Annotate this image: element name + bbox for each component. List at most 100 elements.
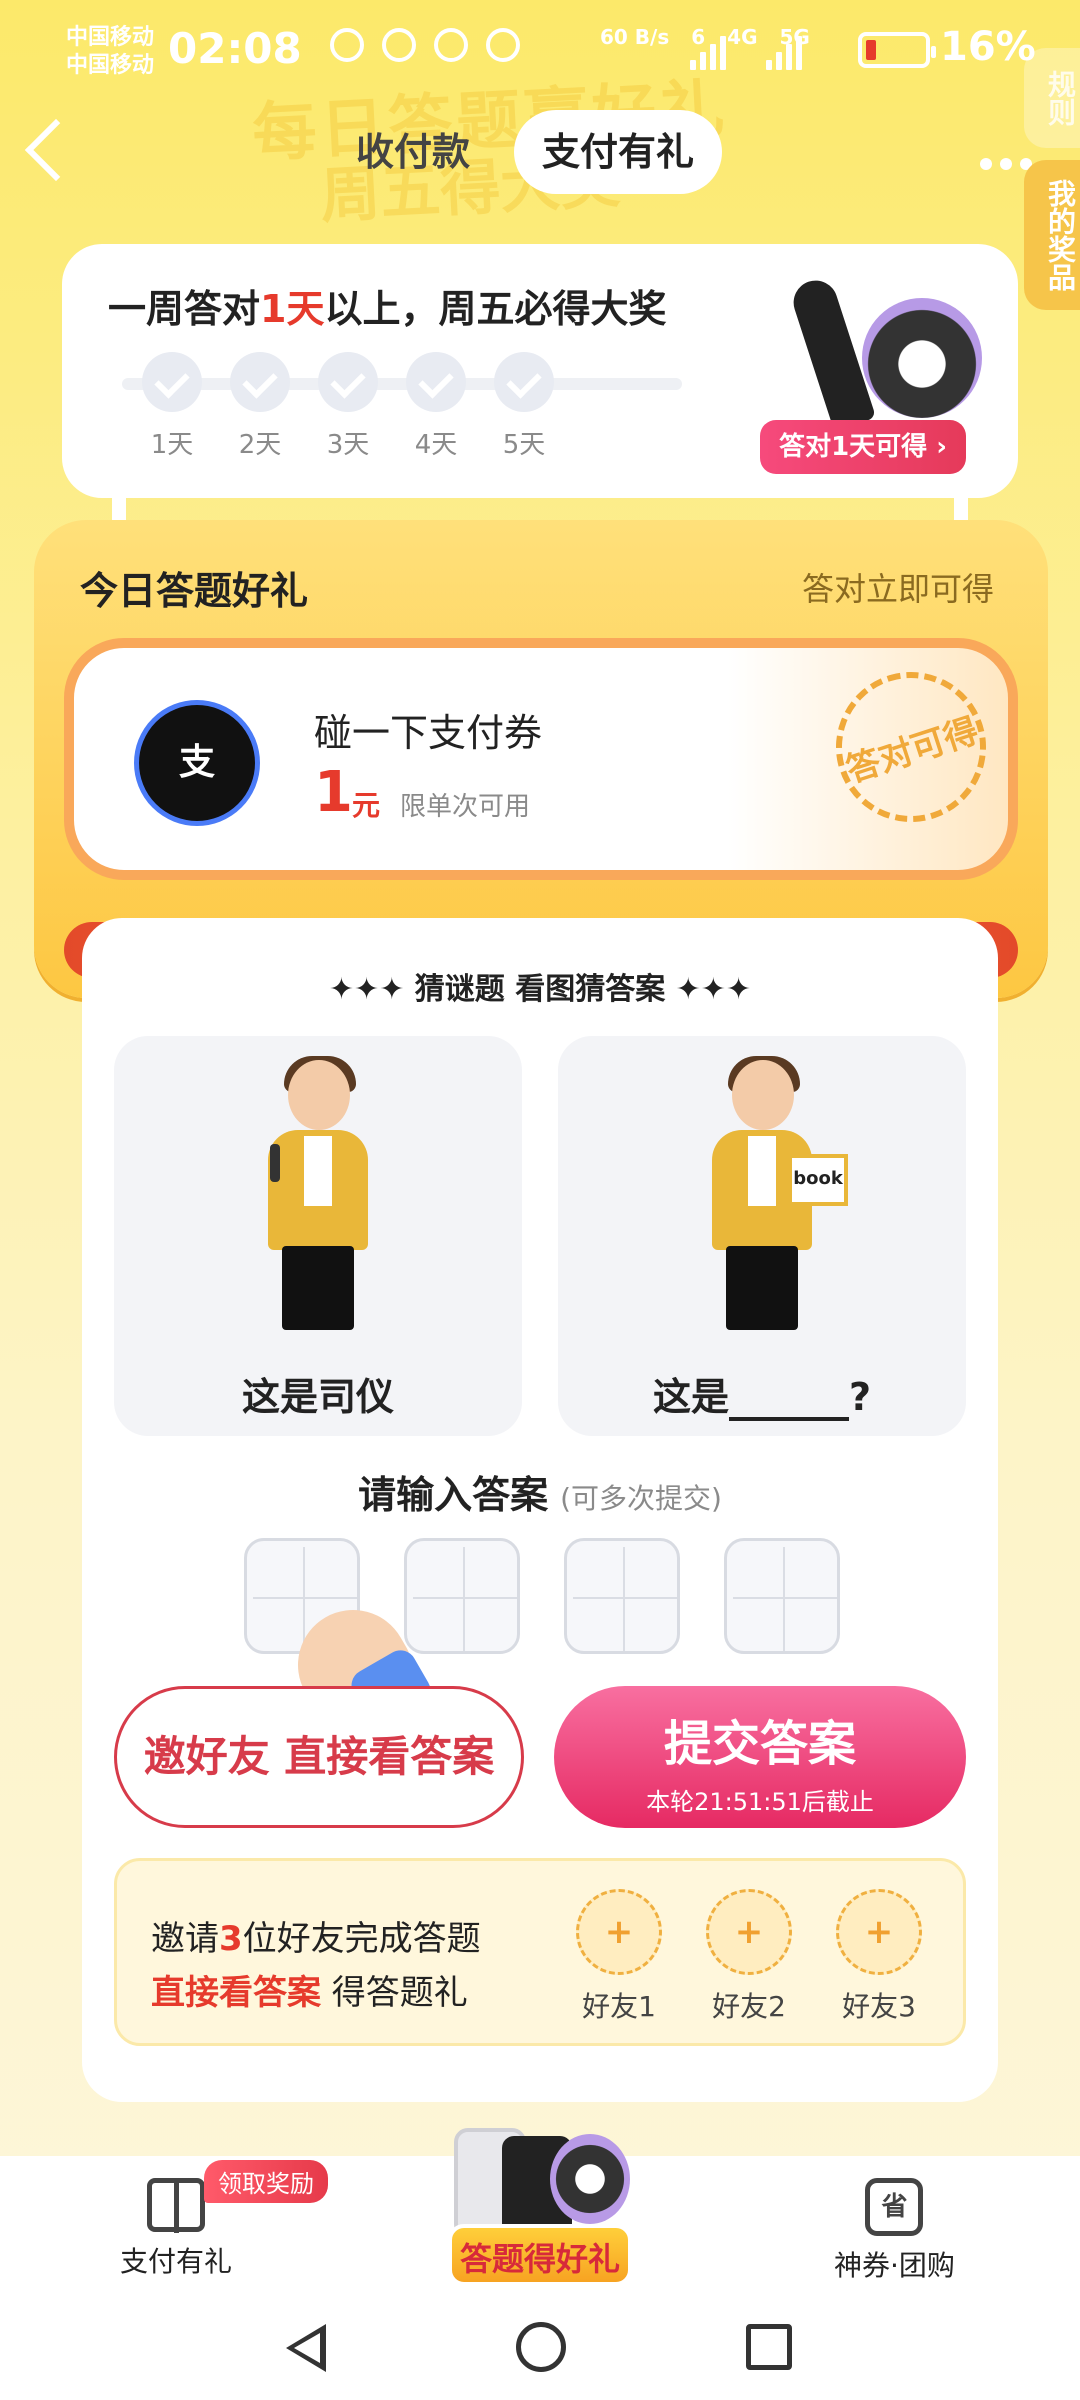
answer-char-box-4[interactable] xyxy=(724,1538,840,1654)
day-step: 2天 xyxy=(228,352,292,461)
claim-reward-badge: 领取奖励 xyxy=(204,2160,328,2203)
kuromi-image xyxy=(862,298,982,418)
carrier-info: 中国移动 中国移动 xyxy=(66,24,154,80)
more-icon[interactable] xyxy=(980,158,1032,170)
ticket-icon: 省 xyxy=(865,2178,924,2236)
weekly-title: 一周答对1天以上，周五必得大奖 xyxy=(108,278,666,333)
tab-pay-rewards[interactable]: 支付有礼 xyxy=(514,110,723,194)
answer-char-box-3[interactable] xyxy=(564,1538,680,1654)
day-step: 5天 xyxy=(492,352,556,461)
friend-label: 好友3 xyxy=(842,1990,916,2023)
check-icon xyxy=(494,352,554,412)
answer-one-day-button[interactable]: 答对1天可得 › xyxy=(760,420,966,474)
friend-label: 好友1 xyxy=(582,1990,656,2023)
submit-deadline: 本轮21:51:51后截止 xyxy=(646,1788,874,1816)
day-step: 1天 xyxy=(140,352,204,461)
battery-percent: 16% xyxy=(940,24,1036,70)
book-icon: book xyxy=(788,1154,848,1206)
system-recents-icon[interactable] xyxy=(746,2324,792,2370)
alipay-tap-icon: 支 xyxy=(134,700,260,826)
quiz-picture-book: book 这是? xyxy=(558,1036,966,1436)
host-figure-image xyxy=(248,1056,388,1330)
caption-post: ? xyxy=(848,1375,872,1419)
mute-icon xyxy=(486,28,520,62)
invite-panel: 邀请3位好友完成答题 直接看答案 得答题礼 + 好友1 + 好友2 + 好友3 xyxy=(114,1858,966,2046)
nav-quiz-rewards[interactable]: 答题得好礼 xyxy=(448,2128,632,2288)
weekly-title-highlight: 1天 xyxy=(260,287,325,331)
add-friend-icon: + xyxy=(706,1889,792,1975)
day-step: 4天 xyxy=(404,352,468,461)
input-title-text: 请输入答案 xyxy=(358,1473,549,1517)
check-icon xyxy=(142,352,202,412)
status-time: 02:08 xyxy=(168,24,302,73)
coupon-name: 碰一下支付券 xyxy=(314,711,543,755)
quiz-title: ✦✦✦ 猜谜题 看图猜答案 ✦✦✦ xyxy=(328,972,752,1007)
answer-correct-stamp: 答对可得 xyxy=(816,652,1006,842)
invite-line2-post: 得答题礼 xyxy=(321,1973,468,2013)
day-label: 3天 xyxy=(326,430,370,460)
nav-label: 支付有礼 xyxy=(120,2245,233,2278)
friend-slot-1[interactable]: + 好友1 xyxy=(569,1889,669,2025)
check-icon xyxy=(406,352,466,412)
answer-char-box-2[interactable] xyxy=(404,1538,520,1654)
answer-input-title: 请输入答案 (可多次提交) xyxy=(82,1464,998,1519)
back-icon[interactable] xyxy=(24,118,88,182)
nav-coupons-groupbuy[interactable]: 省 神券·团购 xyxy=(834,2178,955,2284)
caption-pre: 这是 xyxy=(652,1375,729,1419)
today-gift-subtitle: 答对立即可得 xyxy=(801,570,994,608)
bluetooth-icon xyxy=(434,28,468,62)
check-icon xyxy=(230,352,290,412)
book-figure-image: book xyxy=(692,1056,848,1330)
system-home-icon[interactable] xyxy=(516,2322,566,2372)
invite-line-1: 邀请3位好友完成答题 xyxy=(151,1911,481,1960)
gift-icon xyxy=(147,2178,205,2233)
stamp-text: 答对可得 xyxy=(841,710,983,791)
kuromi-image xyxy=(550,2134,630,2224)
alarm-icon xyxy=(382,28,416,62)
day-label: 1天 xyxy=(150,430,194,460)
invite-line1-pre: 邀请 xyxy=(151,1919,219,1959)
day-step: 3天 xyxy=(316,352,380,461)
today-gift-title: 今日答题好礼 xyxy=(80,569,309,613)
check-icon xyxy=(318,352,378,412)
battery-icon xyxy=(858,32,936,68)
friend-label: 好友2 xyxy=(712,1990,786,2023)
system-back-icon[interactable] xyxy=(286,2324,326,2372)
day-label: 4天 xyxy=(414,430,458,460)
status-icons xyxy=(330,28,520,62)
nav-label: 神券·团购 xyxy=(834,2249,955,2282)
input-note: (可多次提交) xyxy=(560,1482,722,1515)
friend-slot-3[interactable]: + 好友3 xyxy=(829,1889,929,2025)
friend-slot-2[interactable]: + 好友2 xyxy=(699,1889,799,2025)
add-friend-icon: + xyxy=(576,1889,662,1975)
quiz-card: ✦✦✦ 猜谜题 看图猜答案 ✦✦✦ 这是司仪 book 这是? 请输入答案 (可多… xyxy=(82,918,998,2102)
coupon-logo-box: 支 xyxy=(120,686,276,842)
invite-line1-post: 位好友完成答题 xyxy=(242,1919,481,1959)
carrier-1: 中国移动 xyxy=(66,25,155,50)
coupon-unit: 元 xyxy=(352,789,381,822)
quiz-picture-host: 这是司仪 xyxy=(114,1036,522,1436)
tab-collect-pay[interactable]: 收付款 xyxy=(328,110,498,194)
coupon-amount: 1 xyxy=(314,760,353,825)
caption-blank xyxy=(728,1387,849,1421)
picture-caption-2: 这是? xyxy=(558,1366,966,1421)
top-tabs: 收付款 支付有礼 xyxy=(328,108,723,196)
weekly-title-post: 以上，周五必得大奖 xyxy=(324,287,667,331)
day-label: 5天 xyxy=(502,430,546,460)
invite-count: 3 xyxy=(219,1919,243,1959)
submit-label: 提交答案 xyxy=(663,1716,856,1772)
progress-track xyxy=(122,378,682,390)
weekly-title-pre: 一周答对 xyxy=(108,287,261,331)
net-speed: 60 B/s xyxy=(600,25,670,49)
picture-caption-1: 这是司仪 xyxy=(241,1375,394,1419)
carrier-2: 中国移动 xyxy=(66,53,155,78)
my-prizes-tab[interactable]: 我的奖品 xyxy=(1024,160,1080,310)
invite-friends-button[interactable]: 邀好友 直接看答案 xyxy=(114,1686,524,1828)
submit-answer-button[interactable]: 提交答案 本轮21:51:51后截止 xyxy=(554,1686,966,1828)
invite-line2-highlight: 直接看答案 xyxy=(151,1973,321,2013)
microphone-icon xyxy=(270,1144,280,1182)
coupon-note: 限单次可用 xyxy=(400,792,531,822)
system-nav-bar xyxy=(0,2296,1080,2400)
rules-tab[interactable]: 规则 xyxy=(1024,48,1080,148)
nfc-icon xyxy=(330,28,364,62)
